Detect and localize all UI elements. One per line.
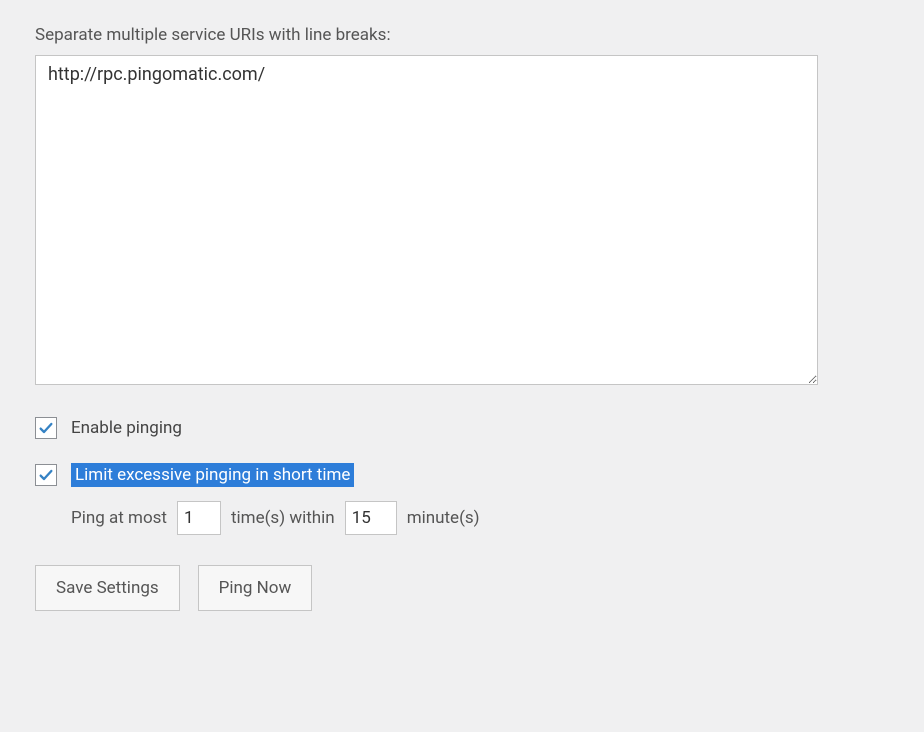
check-icon — [38, 420, 54, 436]
ping-limits-mid: time(s) within — [231, 508, 335, 528]
ping-minutes-input[interactable] — [345, 501, 397, 535]
enable-pinging-row: Enable pinging — [35, 417, 889, 439]
save-settings-button[interactable]: Save Settings — [35, 565, 180, 611]
ping-now-button[interactable]: Ping Now — [198, 565, 313, 611]
uris-textarea[interactable] — [35, 55, 818, 385]
button-row: Save Settings Ping Now — [35, 565, 889, 611]
ping-times-input[interactable] — [177, 501, 221, 535]
check-icon — [38, 467, 54, 483]
enable-pinging-label[interactable]: Enable pinging — [71, 418, 182, 438]
ping-limits-row: Ping at most time(s) within minute(s) — [71, 501, 889, 535]
ping-limits-prefix: Ping at most — [71, 508, 167, 528]
enable-pinging-checkbox[interactable] — [35, 417, 57, 439]
uris-label: Separate multiple service URIs with line… — [35, 25, 889, 45]
limit-pinging-checkbox[interactable] — [35, 464, 57, 486]
ping-limits-suffix: minute(s) — [407, 508, 480, 528]
limit-pinging-label[interactable]: Limit excessive pinging in short time — [71, 463, 354, 487]
limit-pinging-row: Limit excessive pinging in short time — [35, 463, 889, 487]
